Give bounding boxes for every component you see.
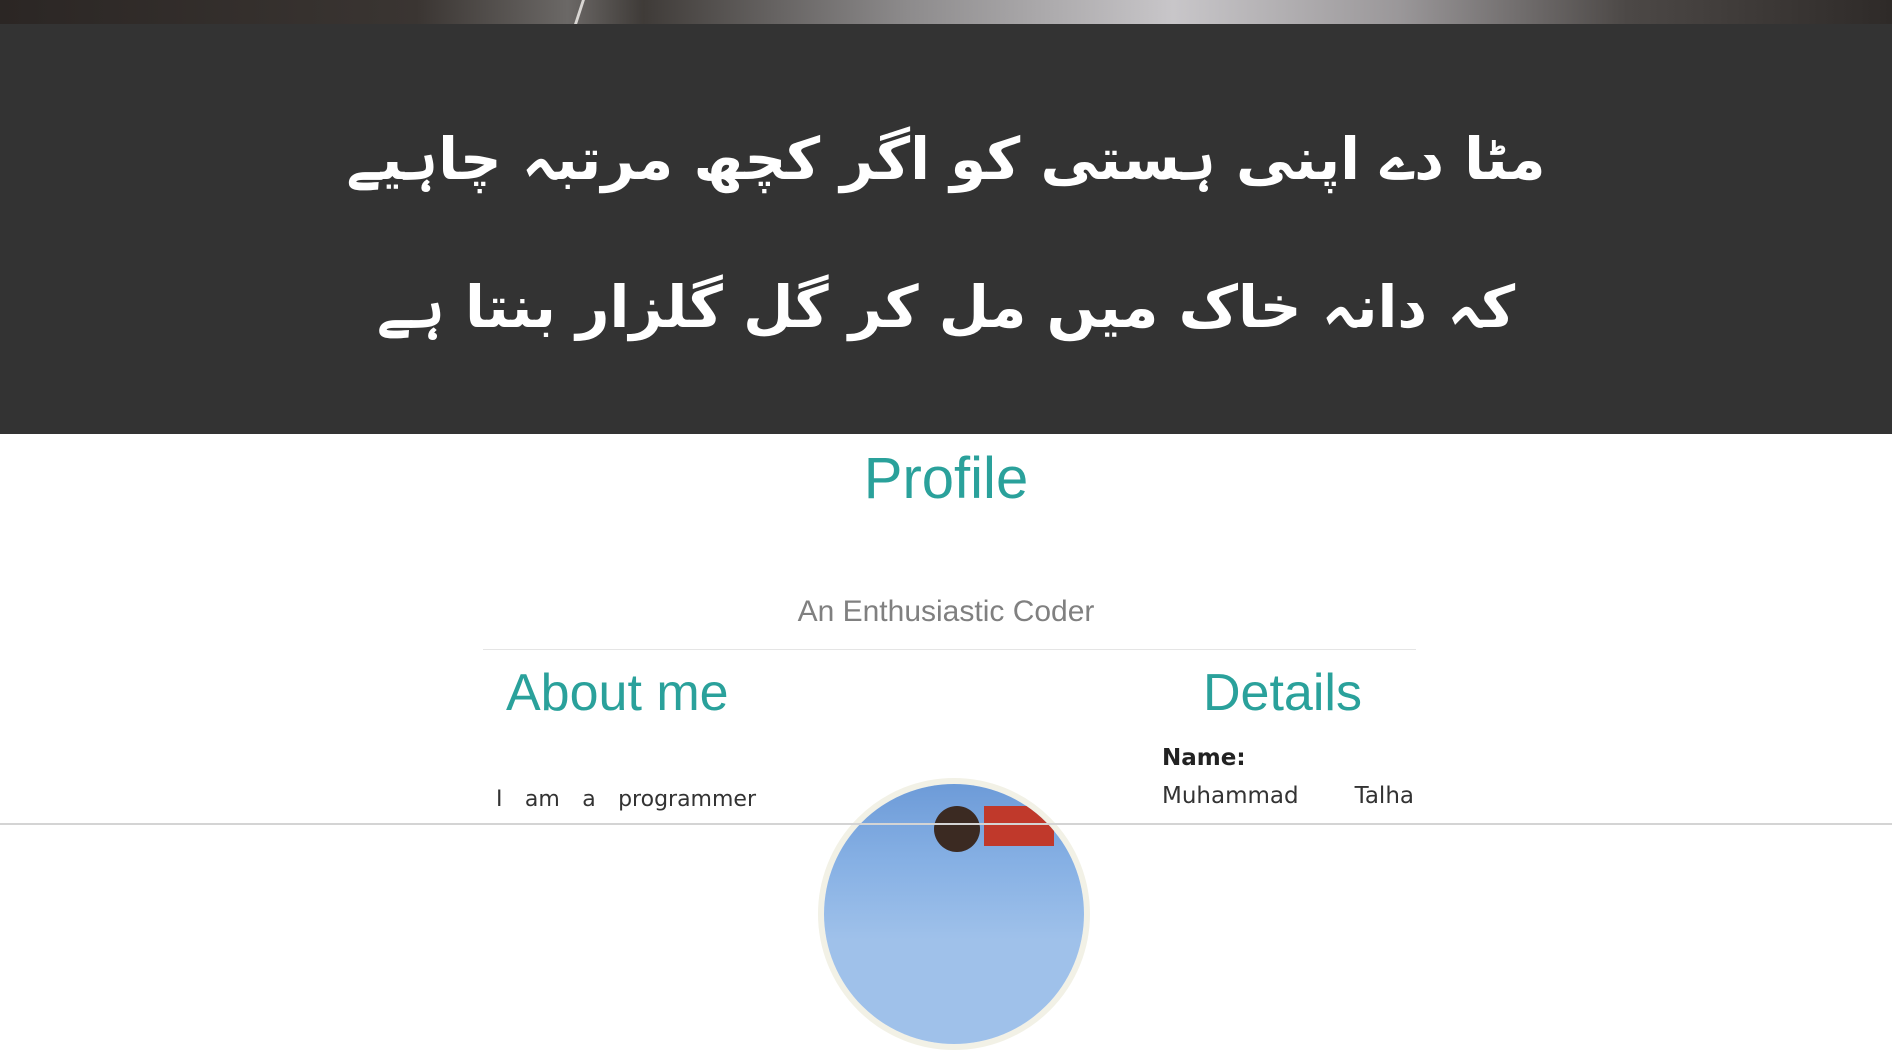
hero-banner: مٹا دے اپنی ہستی کو اگر کچھ مرتبہ چاہیے … [0, 24, 1892, 434]
page-title: Profile [863, 446, 1029, 511]
hero-background-image [0, 0, 1892, 24]
poem-line-1: مٹا دے اپنی ہستی کو اگر کچھ مرتبہ چاہیے [346, 125, 1546, 193]
photo-person [934, 806, 980, 852]
name-label: Name: [1162, 745, 1246, 771]
section-divider [483, 649, 1416, 650]
hero-image-streak [574, 0, 585, 24]
tagline: An Enthusiastic Coder [797, 595, 1095, 628]
profile-photo [818, 778, 1090, 1050]
photo-building [984, 806, 1054, 846]
about-text: I am a programmer [496, 787, 756, 812]
poem-line-2: کہ دانہ خاک میں مل کر گل گلزار بنتا ہے [376, 273, 1516, 341]
details-heading: Details [1203, 664, 1362, 722]
about-heading: About me [506, 664, 729, 722]
name-value: Muhammad Talha [1162, 783, 1414, 809]
